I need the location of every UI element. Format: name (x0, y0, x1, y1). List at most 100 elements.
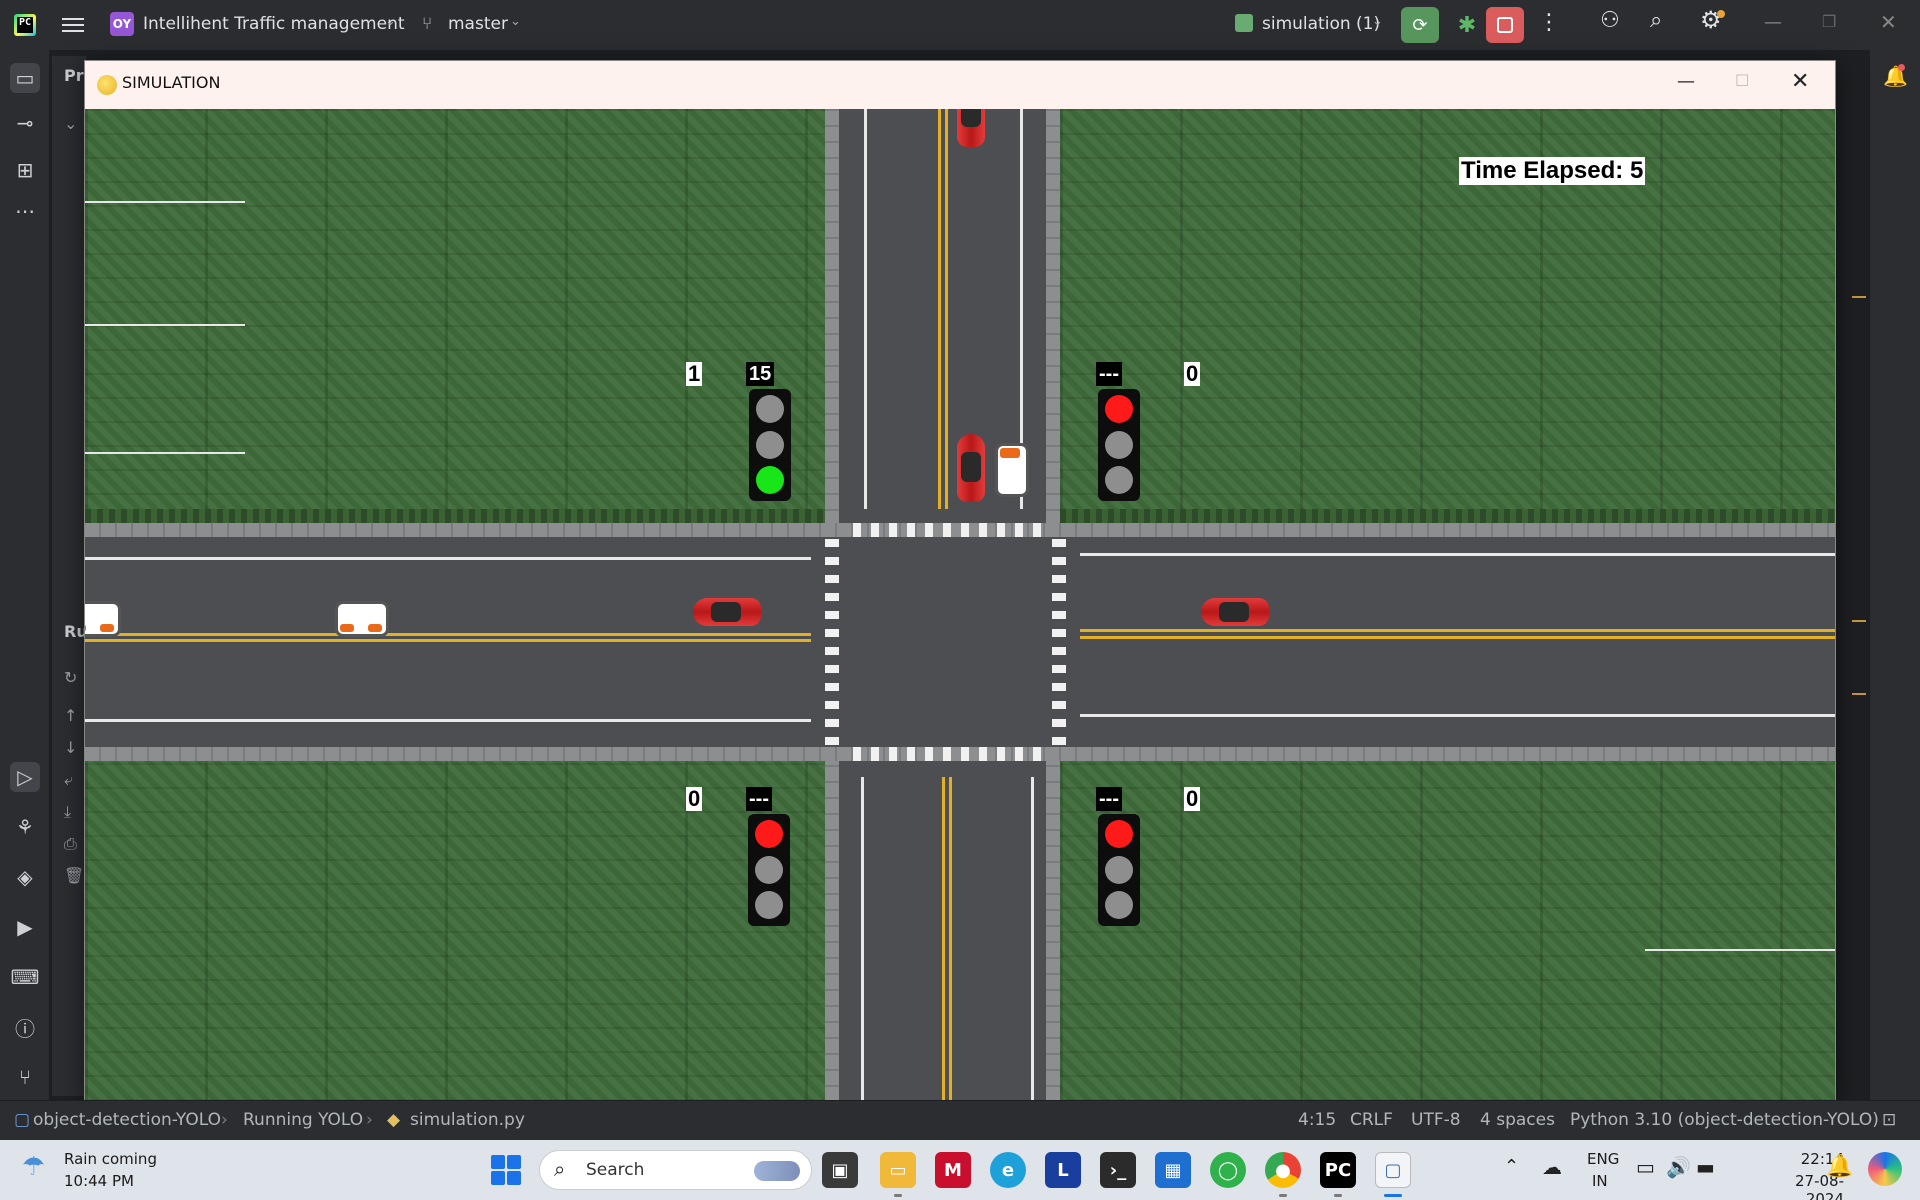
notifications-bell-icon[interactable]: 🔔 (1826, 1154, 1853, 1179)
add-collaborator-icon[interactable]: ⚇ (1600, 8, 1620, 33)
project-badge[interactable]: OY (110, 12, 134, 36)
layers-icon[interactable]: ◈ (10, 862, 40, 892)
status-bar: ▢ object-detection-YOLO › Running YOLO ›… (0, 1100, 1920, 1140)
panel-title-partial: Pr (64, 66, 84, 85)
onedrive-icon[interactable]: ☁ (1542, 1155, 1562, 1179)
branch-selector[interactable]: master (448, 14, 508, 34)
green-lamp (755, 891, 783, 919)
chrome-icon[interactable]: ● (1265, 1152, 1301, 1188)
rain-cloud-icon[interactable]: ☂ (22, 1152, 45, 1182)
network-icon[interactable]: ▭ (1636, 1155, 1655, 1179)
minimize-button[interactable]: — (1677, 71, 1695, 92)
file-encoding[interactable]: UTF-8 (1411, 1110, 1461, 1130)
problems-icon[interactable]: ⓘ (10, 1012, 40, 1042)
logo-text: PC (19, 17, 32, 28)
crosswalk (853, 523, 1045, 537)
run-tool-icon[interactable]: ▷ (10, 762, 40, 792)
minimize-button[interactable]: — (1764, 12, 1782, 33)
pycharm-logo-icon[interactable]: PC (14, 14, 36, 36)
search-highlight-icon (754, 1161, 800, 1181)
pygame-icon (97, 75, 117, 95)
chevron-down-icon[interactable]: ⌄ (64, 114, 77, 133)
language-line2[interactable]: IN (1592, 1172, 1608, 1190)
project-folder-icon[interactable]: ▭ (10, 63, 40, 93)
more-actions-icon[interactable]: ⋮ (1538, 10, 1560, 35)
ide-title-bar: PC OY Intellihent Traffic management ⌄ ⑂… (0, 0, 1920, 50)
signal-timer-south-east: --- (1096, 787, 1122, 811)
lane-line (945, 109, 948, 509)
car (693, 598, 761, 626)
chevron-down-icon[interactable]: ⌄ (510, 14, 521, 29)
arrow-up-icon[interactable]: ↑ (64, 706, 77, 725)
breadcrumb-file[interactable]: simulation.py (410, 1110, 525, 1130)
lane-line (942, 777, 945, 1100)
rerun-icon[interactable]: ↻ (64, 668, 77, 687)
terminal-app-icon[interactable]: ›_ (1100, 1152, 1136, 1188)
car (957, 434, 985, 502)
yellow-lamp (755, 856, 783, 884)
print-icon[interactable]: ⎙ (64, 834, 77, 854)
git-branch-icon: ⑂ (422, 14, 433, 34)
mcafee-icon[interactable]: M (935, 1152, 971, 1188)
green-circle-app-icon[interactable]: ◯ (1210, 1152, 1246, 1188)
line-ending[interactable]: CRLF (1350, 1110, 1393, 1130)
file-explorer-icon[interactable]: ▭ (880, 1152, 916, 1188)
microsoft-store-icon[interactable]: ▦ (1155, 1152, 1191, 1188)
lock-icon[interactable]: ⊡ (1882, 1110, 1896, 1130)
vehicle-count-south-west: 0 (686, 786, 703, 811)
chevron-down-icon[interactable]: ⌄ (385, 14, 396, 29)
search-placeholder: Search (586, 1160, 645, 1180)
search-icon[interactable]: ⌕ (1650, 8, 1662, 33)
grass-top-right (1060, 109, 1835, 519)
maximize-button[interactable]: ❐ (1822, 12, 1836, 31)
car (957, 109, 985, 147)
run-configuration-selector[interactable]: simulation (1) (1262, 14, 1380, 34)
pycharm-taskbar-icon[interactable]: PC (1320, 1152, 1356, 1188)
left-tool-strip: ▭ ⊸ ⊞ ⋯ ▷ ⚘ ◈ ▶ ⌨ ⓘ ⑂ (0, 50, 50, 1100)
cursor-position[interactable]: 4:15 (1298, 1110, 1336, 1130)
task-view-icon[interactable]: ▣ (822, 1152, 858, 1188)
close-button[interactable]: ✕ (1880, 10, 1897, 34)
debug-icon[interactable]: ✱ (1450, 8, 1484, 42)
language-line1[interactable]: ENG (1587, 1150, 1619, 1168)
lane-line (85, 557, 811, 560)
python-pygame-taskbar-icon[interactable]: ▢ (1375, 1152, 1411, 1188)
volume-icon[interactable]: 🔊 (1666, 1155, 1691, 1179)
l-app-icon[interactable]: L (1045, 1152, 1081, 1188)
soft-wrap-icon[interactable]: ⤶ (64, 770, 73, 790)
taskbar-search-box[interactable]: ⌕ Search (539, 1150, 812, 1190)
trash-icon[interactable]: 🗑 (64, 866, 84, 885)
maximize-button[interactable]: ☐ (1735, 71, 1749, 90)
rerun-button[interactable]: ⟳ (1401, 7, 1439, 43)
python-console-icon[interactable]: ⚘ (10, 812, 40, 842)
simulation-title-bar[interactable]: SIMULATION — ☐ ✕ (85, 61, 1835, 109)
edge-browser-icon[interactable]: e (990, 1152, 1026, 1188)
hedge (85, 509, 825, 523)
terminal-icon[interactable]: ⌨ (10, 962, 40, 992)
main-menu-icon[interactable] (62, 14, 84, 34)
arrow-down-icon[interactable]: ↓ (64, 738, 77, 757)
commit-icon[interactable]: ⊸ (10, 108, 40, 138)
yellow-lamp (1105, 431, 1133, 459)
weather-title[interactable]: Rain coming (64, 1150, 157, 1168)
chevron-down-icon[interactable]: ⌄ (1372, 14, 1383, 29)
traffic-light-north-east (1098, 389, 1140, 501)
close-button[interactable]: ✕ (1791, 69, 1809, 94)
indentation[interactable]: 4 spaces (1480, 1110, 1555, 1130)
python-interpreter[interactable]: Python 3.10 (object-detection-YOLO) (1570, 1110, 1879, 1130)
windows-start-icon[interactable] (491, 1155, 521, 1185)
battery-icon[interactable]: ▬ (1696, 1155, 1715, 1179)
chevron-up-icon[interactable]: ⌃ (1504, 1156, 1519, 1177)
lane-line (1031, 777, 1034, 1100)
git-icon[interactable]: ⑂ (10, 1062, 40, 1092)
copilot-icon[interactable] (1868, 1152, 1902, 1186)
stop-button[interactable] (1486, 7, 1524, 43)
scroll-to-end-icon[interactable]: ⤓ (64, 802, 71, 822)
more-tools-icon[interactable]: ⋯ (10, 196, 40, 226)
services-icon[interactable]: ▶ (10, 912, 40, 942)
project-name[interactable]: Intellihent Traffic management (143, 14, 405, 34)
structure-icon[interactable]: ⊞ (10, 155, 40, 185)
grass-top-left (85, 109, 825, 519)
breadcrumb-project[interactable]: object-detection-YOLO (33, 1110, 221, 1130)
breadcrumb-run[interactable]: Running YOLO (243, 1110, 363, 1130)
